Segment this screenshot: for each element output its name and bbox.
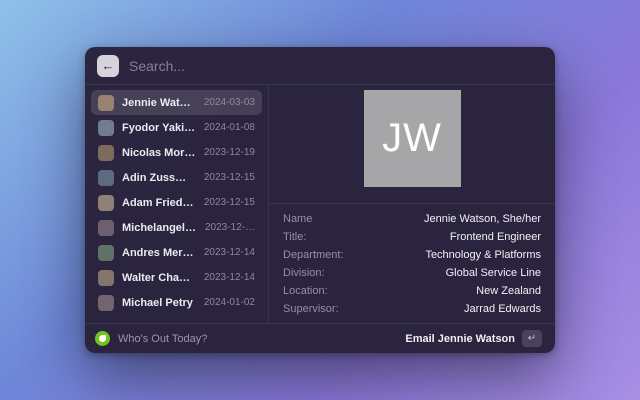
person-name: Andres Mercado [122, 247, 196, 259]
detail-field: Division: Global Service Line [283, 267, 541, 279]
avatar [98, 95, 114, 111]
person-name: Michael Petry [122, 297, 196, 309]
search-window: ← Jennie Watson 2024-03-03 Fyodor Yakimc… [85, 47, 555, 353]
window-body: Jennie Watson 2024-03-03 Fyodor Yakimcho… [85, 85, 555, 323]
field-label: Division: [283, 267, 325, 279]
field-label: Location: [283, 285, 328, 297]
detail-field: Supervisor: Jarrad Edwards [283, 303, 541, 315]
field-value: Jennie Watson, She/her [424, 213, 541, 225]
back-arrow-icon: ← [102, 58, 115, 73]
footer-status-area[interactable]: Who's Out Today? [95, 331, 207, 346]
search-bar: ← [85, 47, 555, 85]
person-name: Jennie Watson [122, 97, 196, 109]
detail-field: Location: New Zealand [283, 285, 541, 297]
enter-glyph: ↵ [528, 333, 536, 344]
detail-panel: JW Name Jennie Watson, She/her Title: Fr… [269, 85, 555, 323]
avatar [98, 295, 114, 311]
field-label: Title: [283, 231, 306, 243]
person-date: 2023-12-14 [204, 272, 255, 283]
profile-avatar: JW [364, 90, 461, 187]
list-item[interactable]: Fyodor Yakimchouk 2024-01-08 [91, 115, 262, 140]
primary-action-label: Email Jennie Watson [405, 333, 515, 345]
person-name: Nicolas Moreno [122, 147, 196, 159]
person-name: Adin Zussman [122, 172, 196, 184]
avatar-initials: JW [382, 116, 442, 161]
field-label: Department: [283, 249, 344, 261]
person-date: 2023-12-15 [204, 172, 255, 183]
detail-fields: Name Jennie Watson, She/her Title: Front… [269, 203, 555, 323]
list-item[interactable]: Nicolas Moreno 2023-12-19 [91, 140, 262, 165]
avatar [98, 220, 114, 236]
list-item[interactable]: Adam Friedman 2023-12-15 [91, 190, 262, 215]
person-date: 2023-12-… [205, 222, 255, 233]
list-item[interactable]: Walter Channell 2023-12-14 [91, 265, 262, 290]
field-value: New Zealand [476, 285, 541, 297]
detail-field: Title: Frontend Engineer [283, 231, 541, 243]
field-value: Jarrad Edwards [464, 303, 541, 315]
person-date: 2023-12-14 [204, 247, 255, 258]
person-date: 2023-12-19 [204, 147, 255, 158]
field-value: Frontend Engineer [450, 231, 541, 243]
profile-avatar-section: JW [269, 85, 555, 203]
field-label: Name [283, 213, 312, 225]
list-item[interactable]: Adin Zussman 2023-12-15 [91, 165, 262, 190]
avatar [98, 120, 114, 136]
avatar [98, 270, 114, 286]
detail-field: Department: Technology & Platforms [283, 249, 541, 261]
field-value: Technology & Platforms [425, 249, 541, 261]
person-date: 2024-03-03 [204, 97, 255, 108]
person-date: 2024-01-08 [204, 122, 255, 133]
search-input[interactable] [129, 58, 543, 74]
list-item[interactable]: Jennie Watson 2024-03-03 [91, 90, 262, 115]
detail-field: Name Jennie Watson, She/her [283, 213, 541, 225]
field-label: Supervisor: [283, 303, 339, 315]
avatar [98, 170, 114, 186]
person-date: 2023-12-15 [204, 197, 255, 208]
footer: Who's Out Today? Email Jennie Watson ↵ [85, 323, 555, 353]
results-list: Jennie Watson 2024-03-03 Fyodor Yakimcho… [85, 85, 269, 323]
person-date: 2024-01-02 [204, 297, 255, 308]
enter-key-icon: ↵ [522, 330, 542, 347]
avatar [98, 245, 114, 261]
bamboohr-icon [95, 331, 110, 346]
person-name: Michelangelo Huang… [122, 222, 197, 234]
person-name: Fyodor Yakimchouk [122, 122, 196, 134]
person-name: Adam Friedman [122, 197, 196, 209]
list-item[interactable]: Michael Petry 2024-01-02 [91, 290, 262, 315]
primary-action-button[interactable]: Email Jennie Watson ↵ [397, 327, 547, 350]
back-button[interactable]: ← [97, 55, 119, 77]
list-item[interactable]: Michelangelo Huang… 2023-12-… [91, 215, 262, 240]
field-value: Global Service Line [446, 267, 541, 279]
avatar [98, 195, 114, 211]
avatar [98, 145, 114, 161]
person-name: Walter Channell [122, 272, 196, 284]
list-item[interactable]: Andres Mercado 2023-12-14 [91, 240, 262, 265]
footer-status: Who's Out Today? [118, 333, 207, 345]
